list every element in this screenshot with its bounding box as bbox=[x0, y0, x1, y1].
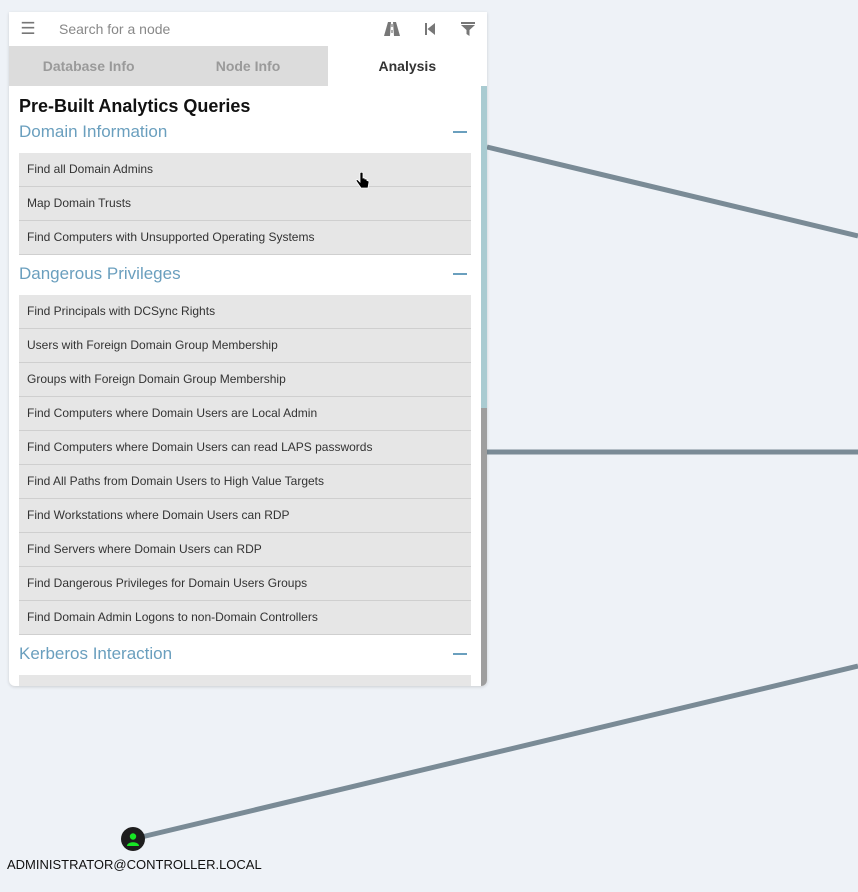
filter-icon[interactable] bbox=[449, 12, 487, 46]
search-bar: ☰ bbox=[9, 12, 487, 46]
query-item[interactable]: Find Workstations where Domain Users can… bbox=[19, 499, 471, 533]
query-item-partial[interactable] bbox=[19, 675, 471, 686]
hand-pointer-icon bbox=[354, 171, 372, 195]
minus-icon[interactable] bbox=[453, 131, 467, 133]
user-node-icon[interactable] bbox=[121, 827, 145, 851]
panel-tabs: Database Info Node Info Analysis bbox=[9, 46, 487, 86]
query-item[interactable]: Find All Paths from Domain Users to High… bbox=[19, 465, 471, 499]
scrollbar-thumb[interactable] bbox=[481, 86, 487, 408]
query-item[interactable]: Find Principals with DCSync Rights bbox=[19, 295, 471, 329]
section-header-dangerous-privileges[interactable]: Dangerous Privileges bbox=[19, 259, 471, 289]
graph-edge-1[interactable] bbox=[486, 144, 858, 239]
page-title: Pre-Built Analytics Queries bbox=[19, 96, 251, 116]
search-input[interactable] bbox=[47, 21, 373, 37]
query-item[interactable]: Find Dangerous Privileges for Domain Use… bbox=[19, 567, 471, 601]
minus-icon[interactable] bbox=[453, 653, 467, 655]
hamburger-menu-icon[interactable]: ☰ bbox=[9, 19, 47, 39]
query-list-kerberos-interaction bbox=[19, 675, 471, 686]
scrollbar[interactable] bbox=[481, 86, 487, 686]
query-item[interactable]: Find Servers where Domain Users can RDP bbox=[19, 533, 471, 567]
road-icon[interactable] bbox=[373, 12, 411, 46]
section-title: Dangerous Privileges bbox=[19, 264, 181, 283]
query-list-domain-information: Find all Domain Admins Map Domain Trusts… bbox=[19, 153, 471, 255]
query-item[interactable]: Users with Foreign Domain Group Membersh… bbox=[19, 329, 471, 363]
tab-database-info[interactable]: Database Info bbox=[9, 46, 169, 86]
graph-edge-3[interactable] bbox=[132, 663, 858, 842]
query-item[interactable]: Find Computers where Domain Users are Lo… bbox=[19, 397, 471, 431]
analysis-content: Pre-Built Analytics Queries Domain Infor… bbox=[9, 86, 481, 686]
section-title: Kerberos Interaction bbox=[19, 644, 173, 663]
query-item[interactable]: Map Domain Trusts bbox=[19, 187, 471, 221]
query-item[interactable]: Find Computers with Unsupported Operatin… bbox=[19, 221, 471, 255]
query-item[interactable]: Find all Domain Admins bbox=[19, 153, 471, 187]
query-list-dangerous-privileges: Find Principals with DCSync Rights Users… bbox=[19, 295, 471, 635]
tab-analysis[interactable]: Analysis bbox=[327, 46, 487, 86]
step-backward-icon[interactable] bbox=[411, 12, 449, 46]
query-item[interactable]: Find Computers where Domain Users can re… bbox=[19, 431, 471, 465]
node-label: ADMINISTRATOR@CONTROLLER.LOCAL bbox=[7, 857, 262, 872]
minus-icon[interactable] bbox=[453, 273, 467, 275]
query-item[interactable]: Find Domain Admin Logons to non-Domain C… bbox=[19, 601, 471, 635]
query-item[interactable]: Groups with Foreign Domain Group Members… bbox=[19, 363, 471, 397]
section-header-domain-information[interactable]: Domain Information bbox=[19, 117, 471, 147]
section-header-kerberos-interaction[interactable]: Kerberos Interaction bbox=[19, 639, 471, 669]
search-panel: ☰ Database Info Node Info Analys bbox=[9, 12, 487, 686]
tab-node-info[interactable]: Node Info bbox=[168, 46, 328, 86]
section-title: Domain Information bbox=[19, 122, 168, 141]
